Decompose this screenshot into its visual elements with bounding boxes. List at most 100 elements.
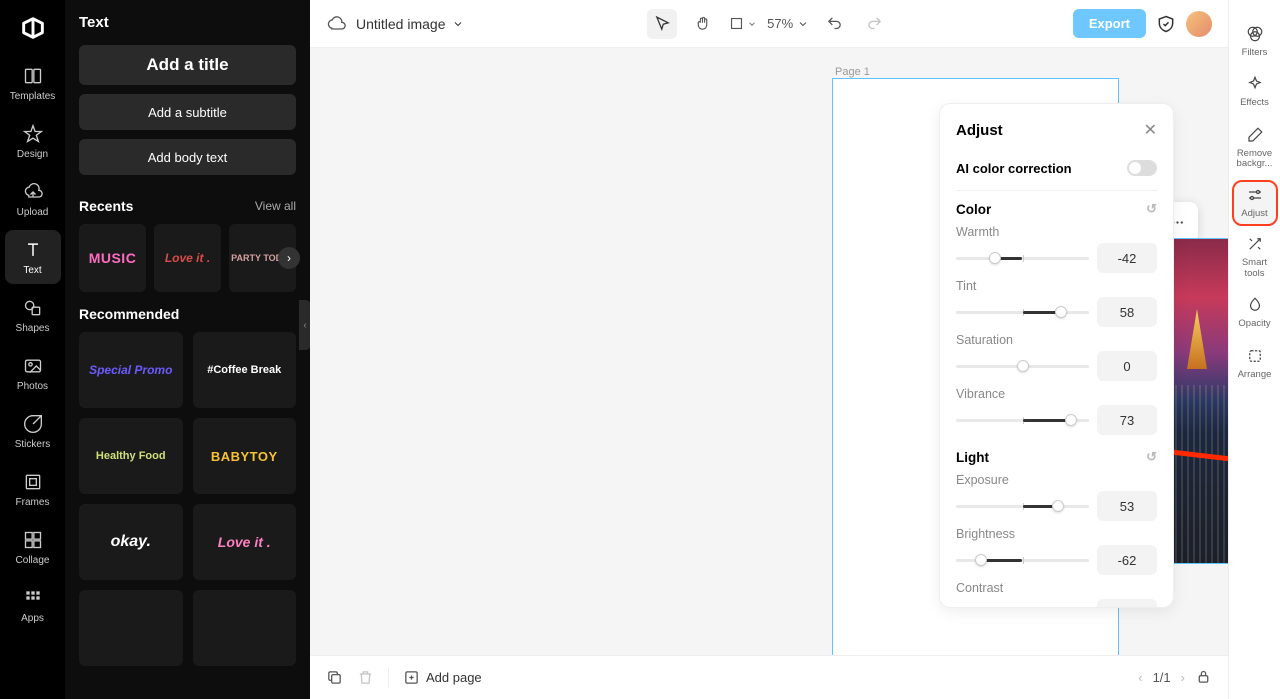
color-slider-slider[interactable] — [956, 311, 1089, 314]
nav-text[interactable]: Text — [5, 230, 61, 284]
chevron-down-icon — [747, 19, 757, 29]
nav-upload[interactable]: Upload — [5, 172, 61, 226]
rail-adjust[interactable]: Adjust — [1232, 180, 1278, 226]
zoom-dropdown[interactable]: 57% — [767, 16, 809, 31]
topbar: Untitled image 57% Export — [310, 0, 1228, 48]
nav-label: Collage — [16, 555, 50, 566]
rail-effects[interactable]: Effects — [1233, 68, 1277, 116]
undo-button[interactable] — [819, 9, 849, 39]
panel-collapse-button[interactable]: ‹ — [299, 300, 310, 350]
light-slider-label: Exposure — [956, 473, 1157, 487]
nav-design[interactable]: Design — [5, 114, 61, 168]
page-label: Page 1 — [835, 66, 870, 78]
next-page-button[interactable]: › — [1181, 670, 1185, 685]
add-page-button[interactable]: Add page — [403, 669, 482, 686]
recommended-item[interactable]: #Coffee Break — [193, 332, 297, 408]
app-logo[interactable] — [17, 12, 49, 44]
color-slider-value[interactable]: -42 — [1097, 243, 1157, 273]
rail-smart-tools[interactable]: Smart tools — [1233, 228, 1277, 287]
nav-label: Frames — [16, 497, 50, 508]
nav-label: Shapes — [16, 323, 50, 334]
color-slider-label: Tint — [956, 279, 1157, 293]
nav-shapes[interactable]: Shapes — [5, 288, 61, 342]
design-icon — [22, 123, 44, 145]
nav-label: Templates — [10, 91, 56, 102]
view-all-link[interactable]: View all — [255, 199, 296, 213]
light-slider-slider[interactable] — [956, 559, 1089, 562]
light-slider-label: Brightness — [956, 527, 1157, 541]
color-slider-value[interactable]: 58 — [1097, 297, 1157, 327]
lock-button[interactable] — [1195, 668, 1212, 688]
recent-item[interactable]: Love it . — [154, 224, 221, 292]
project-name[interactable]: Untitled image — [356, 16, 464, 32]
export-button[interactable]: Export — [1073, 9, 1146, 38]
adjust-panel: Adjust ✕ AI color correction Color ↺ War… — [940, 104, 1173, 607]
nav-collage[interactable]: Collage — [5, 520, 61, 574]
light-slider-value[interactable]: 53 — [1097, 491, 1157, 521]
recommended-item[interactable]: okay. — [79, 504, 183, 580]
resize-tool[interactable] — [727, 9, 757, 39]
redo-button[interactable] — [859, 9, 889, 39]
light-slider-label: Contrast — [956, 581, 1157, 595]
left-panel: Text Add a title Add a subtitle Add body… — [65, 0, 310, 699]
duplicate-page-button[interactable] — [326, 669, 343, 686]
rail-arrange[interactable]: Arrange — [1233, 340, 1277, 388]
rail-opacity[interactable]: Opacity — [1233, 289, 1277, 337]
hand-tool[interactable] — [687, 9, 717, 39]
nav-label: Apps — [21, 613, 44, 624]
add-body-button[interactable]: Add body text — [79, 139, 296, 175]
color-slider-slider[interactable] — [956, 419, 1089, 422]
avatar[interactable] — [1186, 11, 1212, 37]
chevron-down-icon — [797, 18, 809, 30]
rail-filters[interactable]: Filters — [1233, 18, 1277, 66]
recommended-item[interactable]: Love it . — [193, 504, 297, 580]
nav-apps[interactable]: Apps — [5, 578, 61, 632]
recommended-item[interactable]: BABYTOY — [193, 418, 297, 494]
light-slider-value[interactable]: 49 — [1097, 599, 1157, 607]
recents-title: Recents — [79, 198, 133, 214]
frames-icon — [22, 471, 44, 493]
ai-color-toggle[interactable] — [1127, 160, 1157, 176]
nav-label: Upload — [17, 207, 49, 218]
recommended-item[interactable]: Special Promo — [79, 332, 183, 408]
prev-page-button[interactable]: ‹ — [1138, 670, 1142, 685]
templates-icon — [22, 65, 44, 87]
recommended-item[interactable] — [193, 590, 297, 666]
effects-icon — [1245, 74, 1265, 94]
nav-templates[interactable]: Templates — [5, 56, 61, 110]
nav-label: Photos — [17, 381, 48, 392]
chevron-down-icon — [452, 18, 464, 30]
nav-frames[interactable]: Frames — [5, 462, 61, 516]
reset-color-button[interactable]: ↺ — [1146, 201, 1157, 217]
light-slider-slider[interactable] — [956, 505, 1089, 508]
delete-page-button[interactable] — [357, 669, 374, 686]
reset-light-button[interactable]: ↺ — [1146, 449, 1157, 465]
collage-icon — [22, 529, 44, 551]
add-title-button[interactable]: Add a title — [79, 45, 296, 85]
magic-icon — [1245, 234, 1265, 254]
recent-item[interactable]: MUSIC — [79, 224, 146, 292]
cloud-icon[interactable] — [326, 14, 346, 34]
nav-stickers[interactable]: Stickers — [5, 404, 61, 458]
bottombar: Add page ‹ 1/1 › — [310, 655, 1228, 699]
panel-title: Text — [79, 14, 296, 31]
add-subtitle-button[interactable]: Add a subtitle — [79, 94, 296, 130]
color-slider-slider[interactable] — [956, 365, 1089, 368]
shield-icon[interactable] — [1156, 14, 1176, 34]
recents-next-button[interactable]: › — [278, 247, 300, 269]
color-slider-slider[interactable] — [956, 257, 1089, 260]
recommended-item[interactable] — [79, 590, 183, 666]
color-slider-value[interactable]: 73 — [1097, 405, 1157, 435]
nav-label: Text — [23, 265, 41, 276]
close-button[interactable]: ✕ — [1144, 120, 1157, 140]
light-slider-value[interactable]: -62 — [1097, 545, 1157, 575]
color-slider-value[interactable]: 0 — [1097, 351, 1157, 381]
light-group-title: Light — [956, 450, 989, 465]
nav-photos[interactable]: Photos — [5, 346, 61, 400]
rail-remove-bg[interactable]: Remove backgr... — [1233, 119, 1277, 178]
select-tool[interactable] — [647, 9, 677, 39]
recents-row: MUSIC Love it . PARTY TODAY › — [79, 224, 296, 292]
color-slider-label: Warmth — [956, 225, 1157, 239]
adjust-title: Adjust — [956, 122, 1003, 139]
recommended-item[interactable]: Healthy Food — [79, 418, 183, 494]
